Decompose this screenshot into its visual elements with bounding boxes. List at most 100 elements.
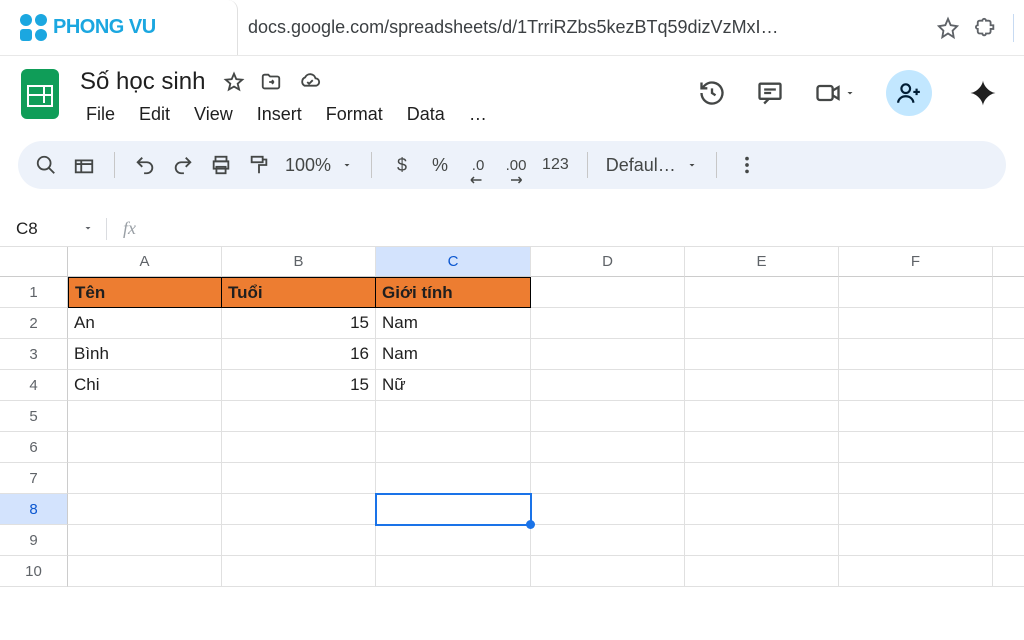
row-header-1[interactable]: 1 bbox=[0, 277, 68, 308]
cell-F1[interactable] bbox=[839, 277, 993, 308]
cell-E6[interactable] bbox=[685, 432, 839, 463]
col-header-D[interactable]: D bbox=[531, 247, 685, 277]
cell-C1[interactable]: Giới tính bbox=[376, 277, 531, 308]
url-text[interactable]: docs.google.com/spreadsheets/d/1TrriRZbs… bbox=[248, 17, 921, 38]
name-box[interactable]: C8 bbox=[0, 219, 106, 239]
row-header-3[interactable]: 3 bbox=[0, 339, 68, 370]
row-header-7[interactable]: 7 bbox=[0, 463, 68, 494]
cell-D2[interactable] bbox=[531, 308, 685, 339]
cell-A4[interactable]: Chi bbox=[68, 370, 222, 401]
cell-C5[interactable] bbox=[376, 401, 531, 432]
cell-F10[interactable] bbox=[839, 556, 993, 587]
cell-E9[interactable] bbox=[685, 525, 839, 556]
cell-B3[interactable]: 16 bbox=[222, 339, 376, 370]
table-view-icon[interactable] bbox=[72, 151, 96, 179]
col-header-F[interactable]: F bbox=[839, 247, 993, 277]
cell-E10[interactable] bbox=[685, 556, 839, 587]
cell-C4[interactable]: Nữ bbox=[376, 370, 531, 401]
extensions-icon[interactable] bbox=[975, 17, 997, 39]
cell-C7[interactable] bbox=[376, 463, 531, 494]
gemini-icon[interactable] bbox=[968, 78, 998, 108]
browser-tab[interactable]: PHONG VU bbox=[0, 0, 238, 55]
cell-A8[interactable] bbox=[68, 494, 222, 525]
cell-A7[interactable] bbox=[68, 463, 222, 494]
bookmark-star-icon[interactable] bbox=[937, 17, 959, 39]
cell-A3[interactable]: Bình bbox=[68, 339, 222, 370]
cell-G2[interactable] bbox=[993, 308, 1024, 339]
cell-D6[interactable] bbox=[531, 432, 685, 463]
cell-C9[interactable] bbox=[376, 525, 531, 556]
cell-C10[interactable] bbox=[376, 556, 531, 587]
row-header-2[interactable]: 2 bbox=[0, 308, 68, 339]
cell-B2[interactable]: 15 bbox=[222, 308, 376, 339]
more-toolbar-icon[interactable] bbox=[735, 151, 759, 179]
font-dropdown[interactable]: Defaul… bbox=[606, 155, 698, 176]
cell-D8[interactable] bbox=[531, 494, 685, 525]
cell-D3[interactable] bbox=[531, 339, 685, 370]
cell-G6[interactable] bbox=[993, 432, 1024, 463]
cell-F5[interactable] bbox=[839, 401, 993, 432]
cell-G4[interactable] bbox=[993, 370, 1024, 401]
currency-icon[interactable]: $ bbox=[390, 151, 414, 179]
cell-E2[interactable] bbox=[685, 308, 839, 339]
cell-C2[interactable]: Nam bbox=[376, 308, 531, 339]
cell-E4[interactable] bbox=[685, 370, 839, 401]
cell-G5[interactable] bbox=[993, 401, 1024, 432]
cell-E8[interactable] bbox=[685, 494, 839, 525]
number-format-123[interactable]: 123 bbox=[542, 151, 569, 179]
cell-A9[interactable] bbox=[68, 525, 222, 556]
cell-G7[interactable] bbox=[993, 463, 1024, 494]
cell-G3[interactable] bbox=[993, 339, 1024, 370]
cell-D1[interactable] bbox=[531, 277, 685, 308]
cell-G8[interactable] bbox=[993, 494, 1024, 525]
history-icon[interactable] bbox=[698, 79, 726, 107]
menu-more[interactable]: … bbox=[459, 100, 497, 129]
cell-F4[interactable] bbox=[839, 370, 993, 401]
undo-icon[interactable] bbox=[133, 151, 157, 179]
cell-D7[interactable] bbox=[531, 463, 685, 494]
star-icon[interactable] bbox=[223, 71, 245, 93]
decrease-decimal-icon[interactable]: .0 bbox=[466, 151, 490, 179]
cell-E1[interactable] bbox=[685, 277, 839, 308]
cell-C6[interactable] bbox=[376, 432, 531, 463]
cell-B5[interactable] bbox=[222, 401, 376, 432]
menu-format[interactable]: Format bbox=[316, 100, 393, 129]
meet-icon[interactable] bbox=[814, 79, 856, 107]
cell-D10[interactable] bbox=[531, 556, 685, 587]
cell-D4[interactable] bbox=[531, 370, 685, 401]
cell-E3[interactable] bbox=[685, 339, 839, 370]
cell-E7[interactable] bbox=[685, 463, 839, 494]
menu-insert[interactable]: Insert bbox=[247, 100, 312, 129]
cell-G9[interactable] bbox=[993, 525, 1024, 556]
cell-G1[interactable] bbox=[993, 277, 1024, 308]
comments-icon[interactable] bbox=[756, 79, 784, 107]
cell-A5[interactable] bbox=[68, 401, 222, 432]
increase-decimal-icon[interactable]: .00 bbox=[504, 151, 528, 179]
row-header-8[interactable]: 8 bbox=[0, 494, 68, 525]
cell-F9[interactable] bbox=[839, 525, 993, 556]
row-header-4[interactable]: 4 bbox=[0, 370, 68, 401]
cell-A2[interactable]: An bbox=[68, 308, 222, 339]
sheets-logo-icon[interactable] bbox=[18, 66, 62, 122]
cell-C3[interactable]: Nam bbox=[376, 339, 531, 370]
cell-F8[interactable] bbox=[839, 494, 993, 525]
cell-E5[interactable] bbox=[685, 401, 839, 432]
select-all-corner[interactable] bbox=[0, 247, 68, 277]
cell-D9[interactable] bbox=[531, 525, 685, 556]
col-header-E[interactable]: E bbox=[685, 247, 839, 277]
menu-view[interactable]: View bbox=[184, 100, 243, 129]
cell-D5[interactable] bbox=[531, 401, 685, 432]
redo-icon[interactable] bbox=[171, 151, 195, 179]
cell-A6[interactable] bbox=[68, 432, 222, 463]
cell-B4[interactable]: 15 bbox=[222, 370, 376, 401]
spreadsheet-grid[interactable]: A B C D E F 1 Tên Tuổi Giới tính 2 An 15… bbox=[0, 247, 1024, 587]
cell-B8[interactable] bbox=[222, 494, 376, 525]
cell-B10[interactable] bbox=[222, 556, 376, 587]
cell-G10[interactable] bbox=[993, 556, 1024, 587]
menu-file[interactable]: File bbox=[76, 100, 125, 129]
cell-C8[interactable] bbox=[376, 494, 531, 525]
share-button[interactable] bbox=[886, 70, 932, 116]
cell-A1[interactable]: Tên bbox=[68, 277, 222, 308]
cell-A10[interactable] bbox=[68, 556, 222, 587]
move-folder-icon[interactable] bbox=[259, 71, 283, 93]
